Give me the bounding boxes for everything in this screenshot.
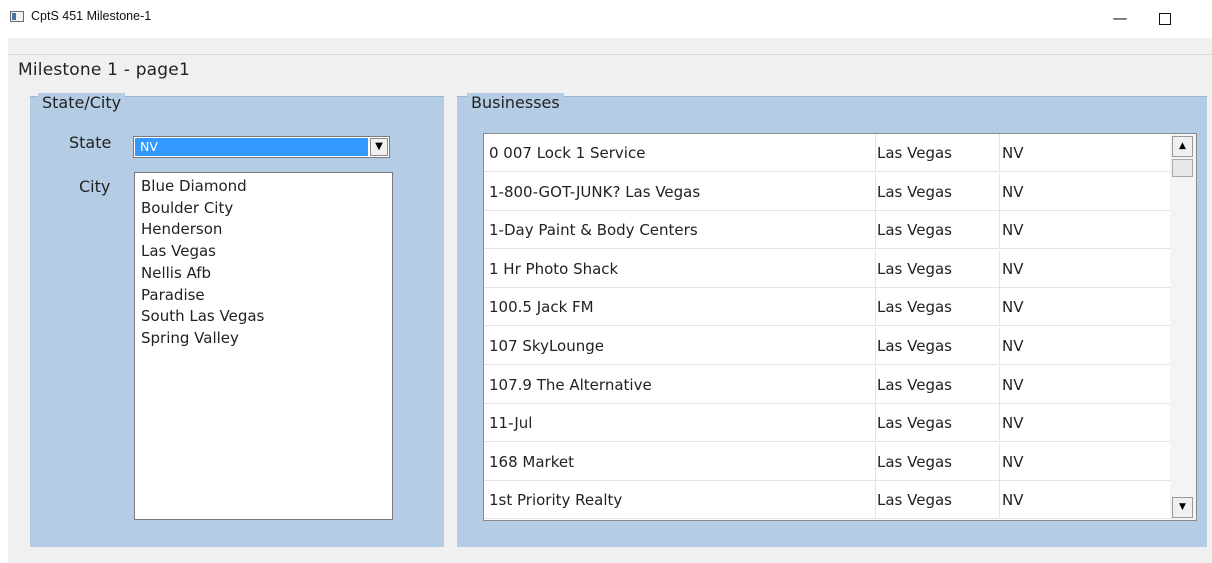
state-dropdown[interactable]: NV ▼ [133,136,390,158]
chevron-down-icon[interactable]: ▼ [370,138,388,156]
business-name-cell: 100.5 Jack FM [489,298,594,316]
business-city-cell: Las Vegas [875,366,997,404]
scrollbar-thumb[interactable] [1172,159,1193,177]
business-name-cell: 168 Market [489,453,574,471]
table-row[interactable]: 107 SkyLounge Las Vegas NV [484,327,1170,365]
business-state-cell: NV [999,288,1172,326]
business-name-cell: 0 007 Lock 1 Service [489,144,646,162]
business-state-cell: NV [999,250,1172,288]
table-row[interactable]: 1-800-GOT-JUNK? Las Vegas Las Vegas NV [484,173,1170,211]
app-window-icon [10,11,24,22]
business-name-cell: 1-800-GOT-JUNK? Las Vegas [489,183,701,201]
table-row[interactable]: 100.5 Jack FM Las Vegas NV [484,288,1170,326]
business-state-cell: NV [999,404,1172,442]
window-title: CptS 451 Milestone-1 [31,9,152,23]
business-state-cell: NV [999,481,1172,519]
business-city-cell: Las Vegas [875,443,997,481]
business-state-cell: NV [999,327,1172,365]
business-state-cell: NV [999,211,1172,249]
tab-title[interactable]: Milestone 1 - page1 [18,60,190,80]
business-name-cell: 1 Hr Photo Shack [489,260,619,278]
business-city-cell: Las Vegas [875,288,997,326]
business-name-cell: 1st Priority Realty [489,491,623,509]
business-city-cell: Las Vegas [875,134,997,172]
table-row[interactable]: 1 Hr Photo Shack Las Vegas NV [484,250,1170,288]
business-city-cell: Las Vegas [875,404,997,442]
city-list-item[interactable]: Henderson [141,219,392,241]
table-row[interactable]: 11-Jul Las Vegas NV [484,404,1170,442]
business-state-cell: NV [999,173,1172,211]
maximize-icon [1159,12,1171,25]
arrow-up-icon[interactable]: ▲ [1172,136,1193,157]
city-list-item[interactable]: Boulder City [141,198,392,220]
business-state-cell: NV [999,366,1172,404]
city-list-item[interactable]: Blue Diamond [141,176,392,198]
business-city-cell: Las Vegas [875,481,997,519]
business-city-cell: Las Vegas [875,211,997,249]
city-list-item[interactable]: South Las Vegas [141,306,392,328]
state-dropdown-value: NV [135,138,368,156]
grid-scrollbar[interactable]: ▲ ▼ [1170,134,1196,520]
table-row[interactable]: 107.9 The Alternative Las Vegas NV [484,366,1170,404]
city-listbox[interactable]: Blue Diamond Boulder City Henderson Las Veg… [134,172,393,520]
business-state-cell: NV [999,443,1172,481]
businesses-grid[interactable]: 0 007 Lock 1 Service Las Vegas NV 1-800-GOT… [483,133,1197,521]
business-city-cell: Las Vegas [875,173,997,211]
business-name-cell: 11-Jul [489,414,533,432]
window-titlebar: CptS 451 Milestone-1 — [0,0,1212,38]
business-city-cell: Las Vegas [875,327,997,365]
city-list-item[interactable]: Spring Valley [141,328,392,350]
business-name-cell: 107.9 The Alternative [489,376,652,394]
business-name-cell: 1-Day Paint & Body Centers [489,221,698,239]
table-row[interactable]: 0 007 Lock 1 Service Las Vegas NV [484,134,1170,172]
business-name-cell: 107 SkyLounge [489,337,604,355]
state-label: State [69,133,112,152]
city-list-item[interactable]: Paradise [141,285,392,307]
business-city-cell: Las Vegas [875,250,997,288]
minimize-button[interactable]: — [1098,4,1142,32]
city-label: City [79,177,111,196]
city-list-item[interactable]: Las Vegas [141,241,392,263]
table-row[interactable]: 1-Day Paint & Body Centers Las Vegas NV [484,211,1170,249]
businesses-group-title: Businesses [467,93,564,112]
city-list-item[interactable]: Nellis Afb [141,263,392,285]
arrow-down-icon[interactable]: ▼ [1172,497,1193,518]
state-city-group-title: State/City [38,93,126,112]
table-row[interactable]: 1st Priority Realty Las Vegas NV [484,481,1170,519]
business-state-cell: NV [999,134,1172,172]
maximize-button[interactable] [1143,4,1187,32]
table-row[interactable]: 168 Market Las Vegas NV [484,443,1170,481]
